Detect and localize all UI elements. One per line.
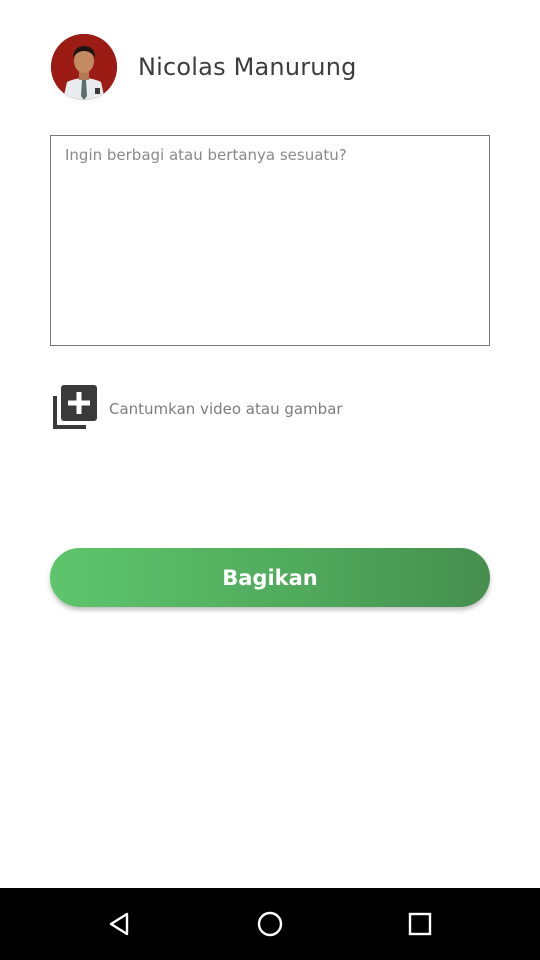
compose-post-screen: Nicolas Manurung Cantumkan video atau ga… (0, 0, 540, 960)
nav-recents-button[interactable] (360, 888, 480, 960)
back-triangle-icon (109, 912, 129, 936)
attach-media-button[interactable]: Cantumkan video atau gambar (49, 385, 343, 433)
attach-media-label: Cantumkan video atau gambar (109, 400, 343, 418)
post-text-input[interactable] (50, 135, 490, 346)
avatar (51, 34, 117, 100)
user-header: Nicolas Manurung (51, 34, 357, 100)
add-to-library-icon (53, 385, 97, 429)
user-name: Nicolas Manurung (138, 53, 357, 81)
share-button[interactable]: Bagikan (50, 548, 490, 607)
home-circle-icon (257, 911, 283, 937)
nav-back-button[interactable] (60, 888, 180, 960)
recents-square-icon (408, 912, 432, 936)
avatar-photo-icon (51, 34, 117, 100)
nav-home-button[interactable] (210, 888, 330, 960)
system-nav-bar (0, 888, 540, 960)
